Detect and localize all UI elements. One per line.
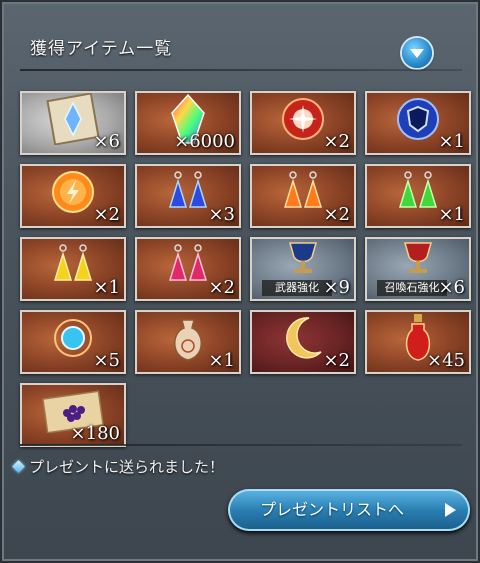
item-quantity: ×2 (323, 131, 350, 152)
item-cell[interactable]: ×3 (135, 164, 241, 228)
item-quantity: ×1 (438, 204, 465, 225)
item-quantity: ×2 (93, 204, 120, 225)
item-cell[interactable]: ×1 (365, 91, 471, 155)
blue-earrings-icon (162, 167, 214, 221)
item-cell[interactable]: ×2 (20, 164, 126, 228)
item-cell[interactable]: ×2 (250, 310, 356, 374)
item-grid: ×6 ×6000 ×2 ×1 ×2 ×3 ×2 ×1 ×1 ×2 武器強化 ×9 召喚石強化 ×6 ×5 ×1… (20, 91, 471, 447)
green-earrings-icon (392, 167, 444, 221)
item-quantity: ×1 (438, 131, 465, 152)
item-banner: 召喚石強化 (377, 280, 447, 296)
blue-shield-orb-icon (394, 95, 442, 147)
item-cell[interactable]: ×45 (365, 310, 471, 374)
items-panel: 獲得アイテム一覧 ×6 ×6000 ×2 ×1 ×2 ×3 ×2 ×1 ×1 ×2 武器強化 ×9 召喚… (0, 0, 480, 563)
pouch-icon (168, 312, 208, 368)
item-quantity: ×6 (438, 277, 465, 298)
item-quantity: ×1 (208, 350, 235, 371)
crescent-moon-icon (281, 314, 325, 366)
item-quantity: ×6000 (174, 131, 235, 152)
item-cell[interactable]: ×5 (20, 310, 126, 374)
summon-chalice-icon (401, 241, 435, 281)
item-cell[interactable]: ×2 (250, 91, 356, 155)
lightning-orb-icon (49, 168, 97, 220)
present-list-button-label: プレゼントリストへ (260, 500, 405, 519)
status-message: プレゼントに送られました！ (12, 456, 225, 477)
present-list-button[interactable]: プレゼントリストへ (228, 489, 470, 531)
item-cell[interactable]: ×1 (135, 310, 241, 374)
play-arrow-icon (445, 503, 456, 517)
item-quantity: ×2 (323, 350, 350, 371)
item-quantity: ×9 (323, 277, 350, 298)
item-quantity: ×45 (427, 350, 465, 371)
item-cell[interactable]: ×1 (365, 164, 471, 228)
item-quantity: ×5 (93, 350, 120, 371)
status-message-text: プレゼントに送られました！ (29, 458, 225, 476)
item-cell[interactable]: ×2 (250, 164, 356, 228)
item-quantity: ×6 (93, 131, 120, 152)
item-quantity: ×2 (323, 204, 350, 225)
item-quantity: ×2 (208, 277, 235, 298)
item-cell[interactable]: ×6000 (135, 91, 241, 155)
item-cell[interactable]: ×2 (135, 237, 241, 301)
item-cell[interactable]: 召喚石強化 ×6 (365, 237, 471, 301)
orange-earrings-icon (277, 167, 329, 221)
item-quantity: ×3 (208, 204, 235, 225)
item-cell[interactable]: ×180 (20, 383, 126, 447)
collapse-toggle-icon[interactable] (402, 38, 432, 68)
yellow-earrings-icon (47, 240, 99, 294)
pink-earrings-icon (162, 240, 214, 294)
item-banner: 武器強化 (262, 280, 332, 296)
panel-title: 獲得アイテム一覧 (30, 39, 173, 59)
item-cell[interactable]: ×1 (20, 237, 126, 301)
divider (20, 444, 462, 446)
red-orb-icon (279, 95, 327, 147)
item-quantity: ×1 (93, 277, 120, 298)
diamond-bullet-icon (12, 460, 25, 473)
divider (20, 69, 462, 71)
item-quantity: ×180 (70, 423, 120, 444)
item-cell[interactable]: ×6 (20, 91, 126, 155)
item-cell[interactable]: 武器強化 ×9 (250, 237, 356, 301)
blue-gem-icon (51, 316, 95, 364)
weapon-chalice-icon (286, 241, 320, 281)
